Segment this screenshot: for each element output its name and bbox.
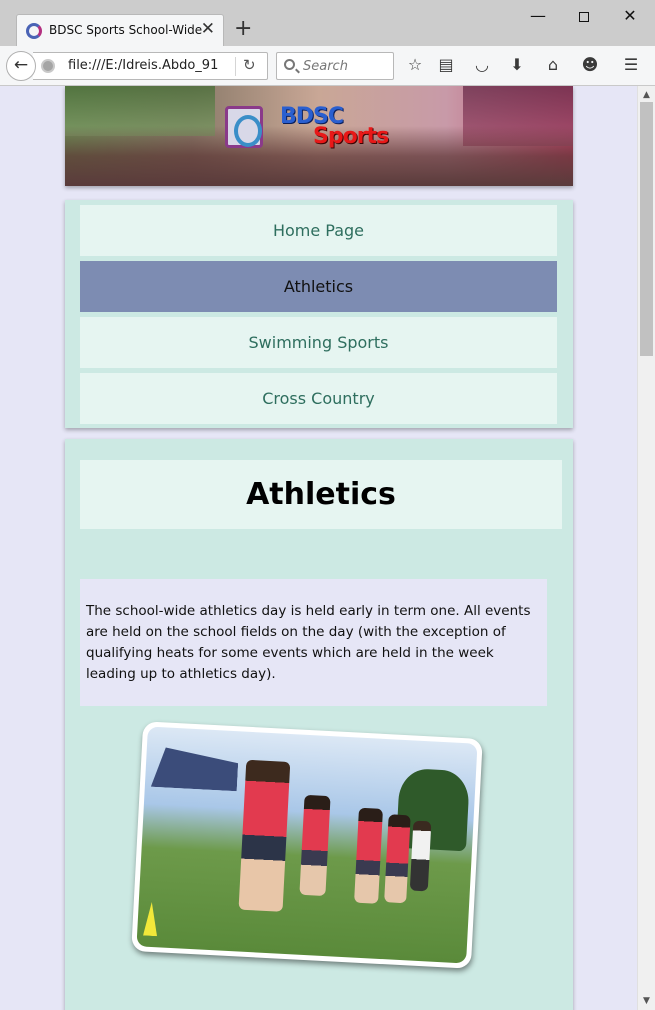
pocket-icon[interactable]: ◡ <box>471 54 493 76</box>
url-separator <box>235 57 236 76</box>
photo-runner <box>354 807 383 904</box>
page-title: Athletics <box>246 477 396 512</box>
athletics-photo-image <box>136 726 478 964</box>
browser-toolbar: file:///E:/Idreis.Abdo_91 ↻ ← Search ☆ ▤… <box>0 46 655 86</box>
site-logo: BDSC Sports <box>225 104 389 154</box>
photo-tent <box>151 747 239 791</box>
tab-title: BDSC Sports School-Wide <box>49 23 203 37</box>
content-panel: Athletics The school-wide athletics day … <box>65 439 573 1010</box>
download-icon[interactable]: ⬇ <box>506 54 528 76</box>
home-icon[interactable]: ⌂ <box>542 54 564 76</box>
logo-text-sports: Sports <box>313 124 389 149</box>
photo-cone <box>143 902 159 937</box>
nav-item-cross-country[interactable]: Cross Country <box>80 373 557 424</box>
browser-titlebar: BDSC Sports School-Wide ✕ + — ✕ <box>0 0 655 46</box>
photo-spectator <box>409 820 432 892</box>
page-viewport: BDSC Sports Home Page Athletics Swimming… <box>0 86 637 1010</box>
photo-runner <box>299 794 331 897</box>
browser-tab[interactable]: BDSC Sports School-Wide ✕ <box>16 14 224 46</box>
reload-icon[interactable]: ↻ <box>243 56 256 74</box>
header-banner: BDSC Sports <box>65 86 573 186</box>
logo-emblem-icon <box>225 106 263 148</box>
site-favicon-icon <box>26 23 42 39</box>
back-arrow-icon[interactable]: ← <box>6 51 36 81</box>
photo-runner <box>384 814 411 904</box>
reading-list-icon[interactable]: ▤ <box>435 54 457 76</box>
globe-icon <box>41 59 55 73</box>
window-close-button[interactable]: ✕ <box>610 4 650 28</box>
tab-close-icon[interactable]: ✕ <box>201 19 215 39</box>
athletics-photo <box>131 721 483 969</box>
hamburger-menu-icon[interactable]: ☰ <box>620 54 642 76</box>
scroll-up-arrow-icon[interactable]: ▲ <box>643 90 650 100</box>
title-box: Athletics <box>80 460 562 529</box>
nav-item-swimming-sports[interactable]: Swimming Sports <box>80 317 557 368</box>
nav-item-athletics[interactable]: Athletics <box>80 261 557 312</box>
search-placeholder: Search <box>303 59 348 74</box>
bookmark-star-icon[interactable]: ☆ <box>404 54 426 76</box>
vertical-scrollbar[interactable]: ▲ ▼ <box>637 86 655 1010</box>
search-icon <box>284 59 295 70</box>
window-minimize-button[interactable]: — <box>518 4 558 28</box>
photo-runner <box>238 759 291 912</box>
search-input[interactable]: Search <box>276 52 394 80</box>
new-tab-button[interactable]: + <box>234 18 252 40</box>
scroll-thumb[interactable] <box>640 102 653 356</box>
smiley-icon[interactable]: ☻ <box>579 54 601 76</box>
description-text: The school-wide athletics day is held ea… <box>86 603 531 682</box>
description-box: The school-wide athletics day is held ea… <box>80 579 547 706</box>
url-bar[interactable]: file:///E:/Idreis.Abdo_91 ↻ <box>33 52 268 80</box>
nav-menu: Home Page Athletics Swimming Sports Cros… <box>65 200 573 428</box>
window-maximize-button[interactable] <box>564 4 604 28</box>
url-text[interactable]: file:///E:/Idreis.Abdo_91 <box>68 58 218 73</box>
scroll-down-arrow-icon[interactable]: ▼ <box>643 996 650 1006</box>
nav-item-home-page[interactable]: Home Page <box>80 205 557 256</box>
